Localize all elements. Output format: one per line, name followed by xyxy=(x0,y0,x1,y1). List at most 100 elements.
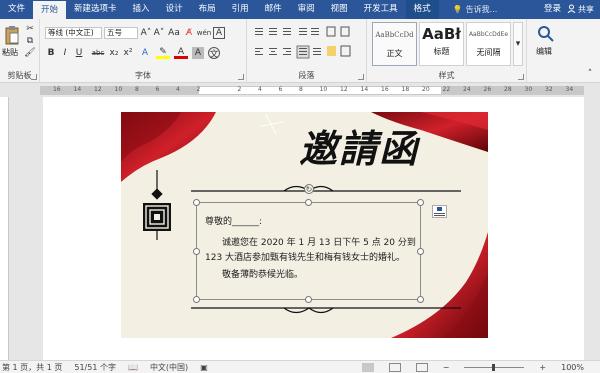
salutation[interactable]: 尊敬的______: xyxy=(205,214,262,227)
ruler-tick-label: 30 xyxy=(524,86,533,93)
tab-design[interactable]: 设计 xyxy=(158,0,191,19)
web-layout-icon[interactable] xyxy=(415,362,428,372)
underline-button[interactable]: U xyxy=(73,47,85,59)
layout-options-icon[interactable] xyxy=(432,205,447,218)
font-size-combo[interactable]: 五号 xyxy=(104,27,138,39)
enclose-circle-icon[interactable]: 文 xyxy=(208,47,220,60)
zoom-level[interactable]: 100% xyxy=(561,363,584,372)
phonetic-guide-icon[interactable]: wén xyxy=(197,27,211,39)
style-heading[interactable]: AaBł 标题 xyxy=(419,22,464,66)
ruler-tick-label: 2 xyxy=(237,86,242,93)
italic-button[interactable]: I xyxy=(59,47,71,59)
resize-handle-bm[interactable] xyxy=(305,296,312,303)
paragraph-icons[interactable] xyxy=(253,26,361,66)
zoom-in-icon[interactable]: + xyxy=(539,363,546,372)
ruler-ticks: 16 14 12 10 8 6 4 2 2 4 6 8 10 12 14 16 18 20 22 24 26 28 30 32… xyxy=(41,86,583,94)
tab-developer[interactable]: 开发工具 xyxy=(356,0,406,19)
grow-font-icon[interactable]: A˄ xyxy=(140,27,152,39)
ruler-tick-label: 8 xyxy=(299,86,303,93)
resize-handle-tl[interactable] xyxy=(193,199,200,206)
tab-mailings[interactable]: 邮件 xyxy=(257,0,290,19)
bold-button[interactable]: B xyxy=(45,47,57,59)
styles-more-icon[interactable]: ▾ xyxy=(513,22,523,66)
share-label: 共享 xyxy=(578,5,594,14)
ruler-tick-label: 4 xyxy=(176,86,180,93)
body-line-3[interactable]: 敬备薄酌恭候光临。 xyxy=(222,267,303,280)
paragraph-launcher[interactable] xyxy=(358,74,364,80)
zoom-slider[interactable] xyxy=(464,363,525,371)
status-bar: 第 1 页，共 1 页 51/51 个字 📖 中文(中国) ▣ − + 100% xyxy=(0,360,600,373)
read-mode-icon[interactable] xyxy=(361,362,374,372)
styles-launcher[interactable] xyxy=(518,74,524,80)
paste-icon[interactable] xyxy=(3,24,21,46)
font-name-combo[interactable]: 等线 (中文正) xyxy=(45,27,102,39)
tab-format[interactable]: 格式 xyxy=(405,0,439,19)
resize-handle-mr[interactable] xyxy=(417,248,424,255)
rotate-handle-icon[interactable]: ↻ xyxy=(304,184,314,194)
find-icon[interactable] xyxy=(535,24,557,44)
status-lang[interactable]: 中文(中国) xyxy=(150,362,188,373)
subscript-button[interactable]: x₂ xyxy=(108,47,120,59)
style-nospacing[interactable]: AaBbCcDdEe 无间隔 xyxy=(466,22,511,66)
font-launcher[interactable] xyxy=(238,74,244,80)
paste-label[interactable]: 粘贴 xyxy=(2,47,18,58)
body-line-2[interactable]: 123 大酒店参加甄有钱先生和梅有钱女士的婚礼。 xyxy=(205,250,405,263)
highlight-icon[interactable]: ✎ xyxy=(156,47,170,59)
text-effects-icon[interactable]: A xyxy=(138,47,152,59)
share-button[interactable]: 共享 xyxy=(567,4,600,15)
vertical-ruler[interactable] xyxy=(0,97,9,360)
tell-me-text: 告诉我... xyxy=(465,5,498,14)
zoom-out-icon[interactable]: − xyxy=(443,363,450,372)
char-shading-icon[interactable]: A xyxy=(192,47,204,59)
ruler-tick-label: 4 xyxy=(258,86,262,93)
change-case-icon[interactable]: Aa xyxy=(167,27,181,39)
styles-group: AaBbCcDd 正文 AaBł 标题 AaBbCcDdEe 无间隔 ▾ 样式 xyxy=(367,19,527,83)
strikethrough-button[interactable]: abc xyxy=(90,47,106,59)
ruler-tick-label: 34 xyxy=(565,86,574,93)
enclose-char-icon[interactable]: A xyxy=(213,27,225,39)
style-normal-name: 正文 xyxy=(386,49,403,58)
tab-review[interactable]: 审阅 xyxy=(290,0,323,19)
ruler-tick-label: 6 xyxy=(155,86,160,93)
tab-references[interactable]: 引用 xyxy=(224,0,257,19)
editing-group: 编辑 xyxy=(527,19,565,83)
editing-label[interactable]: 编辑 xyxy=(536,46,552,57)
format-painter-icon[interactable]: 🖌 xyxy=(24,48,36,58)
resize-handle-tr[interactable] xyxy=(417,199,424,206)
resize-handle-tm[interactable] xyxy=(305,199,312,206)
macro-icon[interactable]: ▣ xyxy=(200,363,208,372)
lightbulb-icon: 💡 xyxy=(452,5,463,14)
clear-format-icon[interactable]: A̸ xyxy=(183,27,195,39)
clipboard-launcher[interactable] xyxy=(31,74,37,80)
horizontal-ruler[interactable]: 16 14 12 10 8 6 4 2 2 4 6 8 10 12 14 16 18 20 22 24 26 28 30 32… xyxy=(40,86,584,95)
resize-handle-ml[interactable] xyxy=(193,248,200,255)
collapse-ribbon-icon[interactable]: ˄ xyxy=(584,69,596,79)
tell-me-search[interactable]: 💡 告诉我... xyxy=(453,4,498,15)
style-heading-preview: AaBł xyxy=(422,25,461,43)
resize-handle-bl[interactable] xyxy=(193,296,200,303)
print-layout-icon[interactable] xyxy=(388,362,401,372)
tab-file[interactable]: 文件 xyxy=(0,0,33,19)
resize-handle-br[interactable] xyxy=(417,296,424,303)
ruler-tick-label: 10 xyxy=(114,86,123,93)
tab-new[interactable]: 新建选项卡 xyxy=(66,0,125,19)
ruler-tick-label: 18 xyxy=(401,86,410,93)
shrink-font-icon[interactable]: A˅ xyxy=(153,27,165,39)
login-button[interactable]: 登录 xyxy=(538,0,567,19)
vertical-scrollbar[interactable] xyxy=(588,97,600,360)
tab-home[interactable]: 开始 xyxy=(33,1,67,20)
tab-layout[interactable]: 布局 xyxy=(191,0,224,19)
status-page[interactable]: 第 1 页，共 1 页 xyxy=(2,362,62,373)
tab-view[interactable]: 视图 xyxy=(323,0,356,19)
cut-icon[interactable]: ✂ xyxy=(24,24,36,34)
superscript-button[interactable]: x² xyxy=(122,47,134,59)
body-line-1[interactable]: 诚邀您在 2020 年 1 月 13 日下午 5 点 20 分到 xyxy=(222,235,416,248)
copy-icon[interactable]: ⧉ xyxy=(24,36,36,46)
style-normal[interactable]: AaBbCcDd 正文 xyxy=(372,22,417,66)
font-color-icon[interactable]: A xyxy=(174,47,188,59)
proofing-icon[interactable]: 📖 xyxy=(128,363,138,372)
ruler-tick-label: 22 xyxy=(442,86,451,93)
tab-insert[interactable]: 插入 xyxy=(125,0,158,19)
status-words[interactable]: 51/51 个字 xyxy=(74,362,116,373)
ruler-tick-label: 10 xyxy=(319,86,328,93)
